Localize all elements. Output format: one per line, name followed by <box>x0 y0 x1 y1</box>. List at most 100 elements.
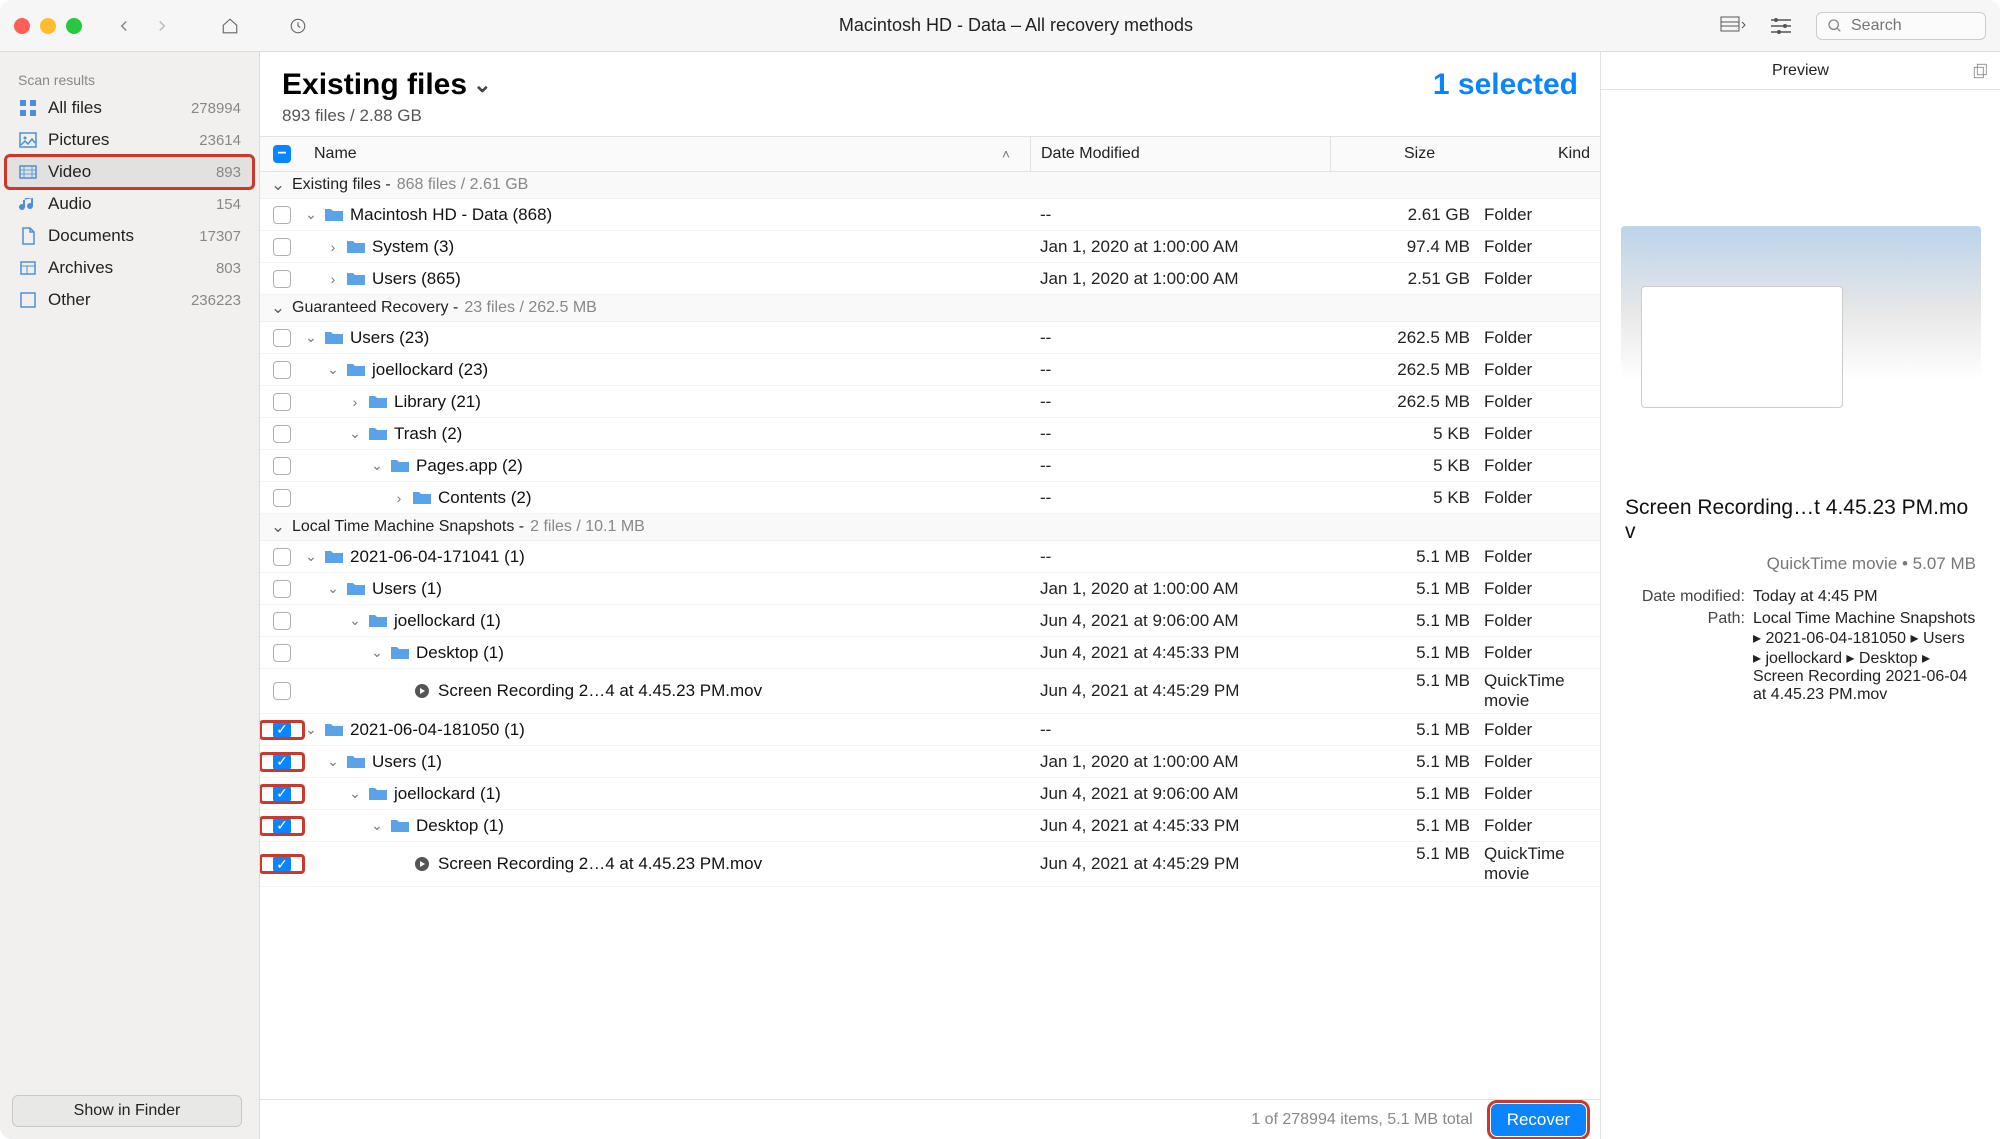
sidebar-item-archives[interactable]: Archives803 <box>0 252 259 284</box>
size-kind: 2.51 GBFolder <box>1330 269 1600 289</box>
sidebar-item-audio[interactable]: Audio154 <box>0 188 259 220</box>
row-checkbox[interactable]: ✓ <box>260 721 304 739</box>
section-header[interactable]: ⌄Existing files - 868 files / 2.61 GB <box>260 172 1600 199</box>
grid-icon <box>18 98 38 118</box>
history-button[interactable] <box>284 12 312 40</box>
row-checkbox[interactable] <box>260 425 304 443</box>
sidebar-item-pictures[interactable]: Pictures23614 <box>0 124 259 156</box>
row-checkbox[interactable] <box>260 682 304 700</box>
file-row[interactable]: ✓⌄2021-06-04-181050 (1)--5.1 MBFolder <box>260 714 1600 746</box>
column-date[interactable]: Date Modified <box>1030 137 1330 171</box>
zoom-window-icon[interactable] <box>66 18 82 34</box>
file-row[interactable]: ›Contents (2)--5 KBFolder <box>260 482 1600 514</box>
disclosure-icon[interactable]: ⌄ <box>304 329 318 346</box>
minimize-window-icon[interactable] <box>40 18 56 34</box>
file-row[interactable]: ✓Screen Recording 2…4 at 4.45.23 PM.movJ… <box>260 842 1600 887</box>
file-row[interactable]: ✓⌄joellockard (1)Jun 4, 2021 at 9:06:00 … <box>260 778 1600 810</box>
row-checkbox[interactable] <box>260 612 304 630</box>
disclosure-icon[interactable]: ⌄ <box>370 457 384 474</box>
column-name[interactable]: Name˄ <box>304 137 1030 171</box>
file-row[interactable]: ⌄Users (23)--262.5 MBFolder <box>260 322 1600 354</box>
row-name-cell: ⌄joellockard (1) <box>304 611 1030 631</box>
file-row[interactable]: ›System (3)Jan 1, 2020 at 1:00:00 AM97.4… <box>260 231 1600 263</box>
settings-button[interactable] <box>1768 13 1794 39</box>
recover-button[interactable]: Recover <box>1491 1104 1586 1136</box>
section-header[interactable]: ⌄Local Time Machine Snapshots - 2 files … <box>260 514 1600 541</box>
file-row[interactable]: ⌄Trash (2)--5 KBFolder <box>260 418 1600 450</box>
close-window-icon[interactable] <box>14 18 30 34</box>
sidebar-item-label: Documents <box>48 226 134 246</box>
section-header[interactable]: ⌄Guaranteed Recovery - 23 files / 262.5 … <box>260 295 1600 322</box>
file-row[interactable]: ⌄joellockard (23)--262.5 MBFolder <box>260 354 1600 386</box>
file-row[interactable]: ⌄2021-06-04-171041 (1)--5.1 MBFolder <box>260 541 1600 573</box>
date-modified: Jan 1, 2020 at 1:00:00 AM <box>1030 752 1330 772</box>
disclosure-icon[interactable]: ⌄ <box>348 785 362 802</box>
disclosure-icon[interactable]: ⌄ <box>304 548 318 565</box>
sidebar-item-all-files[interactable]: All files278994 <box>0 92 259 124</box>
disclosure-icon[interactable]: ⌄ <box>326 361 340 378</box>
disclosure-icon[interactable]: ⌄ <box>304 206 318 223</box>
sidebar-item-documents[interactable]: Documents17307 <box>0 220 259 252</box>
disclosure-icon[interactable]: ⌄ <box>326 580 340 597</box>
size-kind: 2.61 GBFolder <box>1330 205 1600 225</box>
row-checkbox[interactable] <box>260 270 304 288</box>
file-row[interactable]: ⌄Desktop (1)Jun 4, 2021 at 4:45:33 PM5.1… <box>260 637 1600 669</box>
size-kind: 5.1 MBFolder <box>1330 611 1600 631</box>
file-row[interactable]: ›Library (21)--262.5 MBFolder <box>260 386 1600 418</box>
row-checkbox[interactable] <box>260 393 304 411</box>
row-checkbox[interactable] <box>260 580 304 598</box>
view-mode-button[interactable] <box>1720 13 1746 39</box>
column-headers: − Name˄ Date Modified SizeKind <box>260 136 1600 172</box>
row-name-cell: ⌄joellockard (1) <box>304 784 1030 804</box>
file-row[interactable]: ✓⌄Desktop (1)Jun 4, 2021 at 4:45:33 PM5.… <box>260 810 1600 842</box>
row-checkbox[interactable] <box>260 238 304 256</box>
row-checkbox[interactable]: ✓ <box>260 817 304 835</box>
disclosure-icon[interactable]: ⌄ <box>326 753 340 770</box>
row-checkbox[interactable]: ✓ <box>260 855 304 873</box>
home-button[interactable] <box>216 12 244 40</box>
row-checkbox[interactable] <box>260 644 304 662</box>
disclosure-icon[interactable]: › <box>326 271 340 287</box>
row-checkbox[interactable] <box>260 457 304 475</box>
search-input[interactable] <box>1851 17 1961 35</box>
sidebar-item-label: Other <box>48 290 91 310</box>
folder-icon <box>324 328 344 348</box>
row-checkbox[interactable] <box>260 548 304 566</box>
row-checkbox[interactable]: ✓ <box>260 785 304 803</box>
row-checkbox[interactable] <box>260 361 304 379</box>
disclosure-icon[interactable]: ⌄ <box>304 721 318 738</box>
preview-date-label: Date modified: <box>1625 588 1745 606</box>
sidebar-item-video[interactable]: Video893 <box>6 156 253 188</box>
disclosure-icon[interactable]: › <box>392 490 406 506</box>
select-all-checkbox[interactable]: − <box>260 145 304 163</box>
back-button[interactable] <box>110 12 138 40</box>
file-row[interactable]: ✓⌄Users (1)Jan 1, 2020 at 1:00:00 AM5.1 … <box>260 746 1600 778</box>
date-modified: -- <box>1030 205 1330 225</box>
disclosure-icon[interactable]: ⌄ <box>348 612 362 629</box>
file-row[interactable]: ⌄joellockard (1)Jun 4, 2021 at 9:06:00 A… <box>260 605 1600 637</box>
file-row[interactable]: ⌄Pages.app (2)--5 KBFolder <box>260 450 1600 482</box>
file-name: Pages.app (2) <box>416 456 523 476</box>
column-size[interactable]: SizeKind <box>1330 137 1600 171</box>
page-title[interactable]: Existing files⌄ <box>282 68 492 102</box>
row-checkbox[interactable] <box>260 489 304 507</box>
row-checkbox[interactable]: ✓ <box>260 753 304 771</box>
disclosure-icon[interactable]: ⌄ <box>370 644 384 661</box>
file-list[interactable]: ⌄Existing files - 868 files / 2.61 GB⌄Ma… <box>260 172 1600 1099</box>
row-checkbox[interactable] <box>260 329 304 347</box>
copy-icon[interactable] <box>1972 62 1990 80</box>
show-in-finder-button[interactable]: Show in Finder <box>12 1095 242 1127</box>
disclosure-icon[interactable]: ⌄ <box>348 425 362 442</box>
sidebar-item-other[interactable]: Other236223 <box>0 284 259 316</box>
disclosure-icon[interactable]: › <box>326 239 340 255</box>
search-box[interactable] <box>1816 12 1986 40</box>
disclosure-icon[interactable]: ⌄ <box>370 817 384 834</box>
file-row[interactable]: ⌄Macintosh HD - Data (868)--2.61 GBFolde… <box>260 199 1600 231</box>
disclosure-icon[interactable]: › <box>348 394 362 410</box>
file-row[interactable]: ⌄Users (1)Jan 1, 2020 at 1:00:00 AM5.1 M… <box>260 573 1600 605</box>
row-name-cell: ⌄Trash (2) <box>304 424 1030 444</box>
forward-button[interactable] <box>148 12 176 40</box>
file-row[interactable]: Screen Recording 2…4 at 4.45.23 PM.movJu… <box>260 669 1600 714</box>
file-row[interactable]: ›Users (865)Jan 1, 2020 at 1:00:00 AM2.5… <box>260 263 1600 295</box>
row-checkbox[interactable] <box>260 206 304 224</box>
